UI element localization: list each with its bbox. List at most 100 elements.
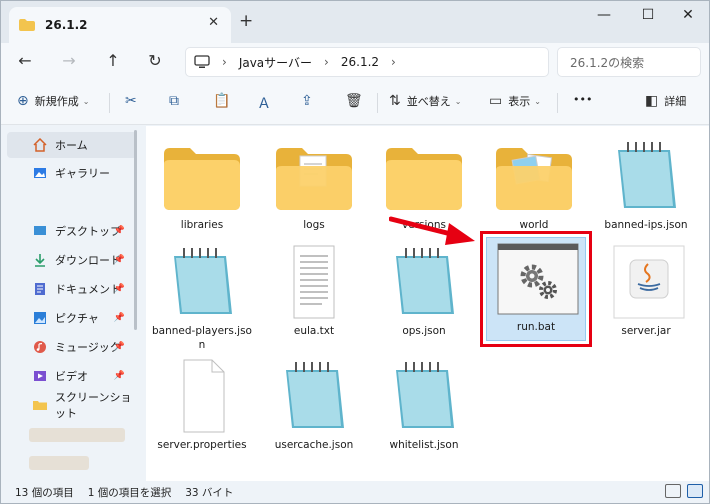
file-item[interactable]: logs xyxy=(262,136,366,244)
folder-icon xyxy=(164,148,240,210)
file-item[interactable]: banned-players.json xyxy=(150,242,254,358)
new-button[interactable]: ⊕ 新規作成 ⌄ xyxy=(17,93,89,109)
tab-title: 26.1.2 xyxy=(45,18,88,32)
file-item[interactable]: eula.txt xyxy=(262,242,366,350)
home-icon xyxy=(33,138,47,152)
chevron-down-icon: ⌄ xyxy=(82,96,90,106)
plus-icon: ⊕ xyxy=(17,93,29,109)
file-name: world xyxy=(519,219,549,231)
divider xyxy=(557,93,558,113)
chevron-right-icon: › xyxy=(222,55,227,69)
sidebar-item-desktop[interactable]: デスクトップ 📌 xyxy=(7,218,137,244)
sidebar-item-documents[interactable]: ドキュメント 📌 xyxy=(7,276,137,302)
notepad-icon xyxy=(396,362,454,428)
desktop-icon xyxy=(34,226,46,235)
selection-size: 33 バイト xyxy=(185,486,234,499)
sidebar-item-home[interactable]: ホーム xyxy=(7,132,137,158)
address-bar[interactable]: › Javaサーバー › 26.1.2 › xyxy=(185,47,549,77)
pin-icon: 📌 xyxy=(113,226,125,236)
status-bar: 13 個の項目 1 個の項目を選択 33 バイト xyxy=(1,481,709,503)
file-item[interactable]: usercache.json xyxy=(262,356,366,464)
sidebar-item-videos[interactable]: ビデオ 📌 xyxy=(7,363,137,389)
close-button[interactable]: ✕ xyxy=(673,7,703,23)
sidebar-item-label: スクリーンショット xyxy=(55,391,132,420)
notepad-icon xyxy=(286,362,344,428)
blurred-sidebar-item xyxy=(29,428,125,442)
cut-button[interactable]: ✂ xyxy=(125,93,143,109)
chevron-right-icon: › xyxy=(391,55,396,69)
folder-icon xyxy=(33,401,47,410)
forward-button[interactable]: → xyxy=(57,51,81,70)
pin-icon: 📌 xyxy=(113,255,125,265)
sidebar-scrollbar[interactable] xyxy=(134,130,137,330)
folder-icon xyxy=(19,19,35,31)
sort-button[interactable]: ⇅ 並べ替え ⌄ xyxy=(389,93,461,109)
large-icons-view-button[interactable] xyxy=(687,484,703,498)
navigation-pane: ホーム ギャラリー デスクトップ 📌 ダウンロード 📌 ドキュメント 📌 ピクチ… xyxy=(1,126,141,481)
paste-icon: 📋 xyxy=(213,93,231,109)
details-button[interactable]: ◧ 詳細 xyxy=(645,93,686,109)
rename-icon: Ａ xyxy=(257,96,271,112)
notepad-icon xyxy=(618,142,676,208)
file-item[interactable]: world xyxy=(482,136,586,244)
file-name: ops.json xyxy=(402,325,446,337)
sidebar-item-downloads[interactable]: ダウンロード 📌 xyxy=(7,247,137,273)
sidebar-item-label: ミュージック xyxy=(55,341,121,354)
copy-icon: ⧉ xyxy=(169,93,179,109)
minimize-button[interactable]: — xyxy=(589,7,619,23)
file-item[interactable]: whitelist.json xyxy=(372,356,476,464)
more-button[interactable]: ••• xyxy=(573,93,592,106)
trash-icon: 🗑 xyxy=(345,93,363,109)
folder-images-icon xyxy=(496,148,572,210)
computer-icon xyxy=(194,55,210,68)
sidebar-item-label: デスクトップ xyxy=(55,225,121,238)
pin-icon: 📌 xyxy=(113,313,125,323)
text-file-icon xyxy=(293,245,335,319)
sidebar-item-screenshots[interactable]: スクリーンショット xyxy=(7,391,137,420)
sidebar-item-pictures[interactable]: ピクチャ 📌 xyxy=(7,305,137,331)
file-item[interactable]: banned-ips.json xyxy=(594,136,698,244)
up-button[interactable]: ↑ xyxy=(101,51,125,70)
share-button[interactable]: ⇪ xyxy=(301,93,319,109)
view-label: 表示 xyxy=(508,95,531,108)
refresh-button[interactable]: ↻ xyxy=(143,51,167,70)
file-item[interactable]: libraries xyxy=(150,136,254,244)
sidebar-item-label: ビデオ xyxy=(55,370,88,383)
search-input[interactable]: 26.1.2の検索 xyxy=(557,47,701,77)
sidebar-item-label: ギャラリー xyxy=(55,167,110,180)
tab-close-button[interactable]: ✕ xyxy=(208,15,219,30)
sidebar-item-gallery[interactable]: ギャラリー xyxy=(7,160,137,186)
back-button[interactable]: ← xyxy=(13,51,37,70)
copy-button[interactable]: ⧉ xyxy=(169,93,185,109)
pin-icon: 📌 xyxy=(113,284,125,294)
file-item[interactable]: ops.json xyxy=(372,242,476,350)
sidebar-item-label: ホーム xyxy=(55,139,88,152)
folder-documents-icon xyxy=(276,148,352,210)
details-view-button[interactable] xyxy=(665,484,681,498)
file-item[interactable]: server.jar xyxy=(594,242,698,350)
breadcrumb-item[interactable]: 26.1.2 xyxy=(341,55,379,69)
chevron-right-icon: › xyxy=(324,55,329,69)
view-button[interactable]: ▭ 表示 ⌄ xyxy=(489,93,541,109)
divider xyxy=(109,93,110,113)
sort-label: 並べ替え xyxy=(406,95,451,108)
breadcrumb-item[interactable]: Javaサーバー xyxy=(239,54,312,71)
sidebar-item-label: ピクチャ xyxy=(55,312,99,325)
sidebar-item-music[interactable]: ミュージック 📌 xyxy=(7,334,137,360)
item-count: 13 個の項目 xyxy=(15,486,74,499)
file-name: banned-players.json xyxy=(152,325,252,351)
paste-button[interactable]: 📋 xyxy=(213,93,236,109)
command-bar: ⊕ 新規作成 ⌄ ✂ ⧉ 📋 Ａ ⇪ 🗑 ⇅ 並べ替え ⌄ ▭ 表示 ⌄ •••… xyxy=(1,81,709,125)
file-name: whitelist.json xyxy=(389,439,459,451)
new-tab-button[interactable]: + xyxy=(239,11,253,31)
delete-button[interactable]: 🗑 xyxy=(345,93,369,109)
blurred-sidebar-item xyxy=(29,456,89,470)
maximize-button[interactable]: ☐ xyxy=(633,7,663,23)
file-item[interactable]: server.properties xyxy=(150,356,254,464)
tab-current[interactable]: 26.1.2 ✕ xyxy=(9,7,231,43)
share-icon: ⇪ xyxy=(301,93,313,109)
file-list: libraries logs versions xyxy=(146,126,709,481)
rename-button[interactable]: Ａ xyxy=(257,93,277,113)
file-name: server.properties xyxy=(157,439,247,451)
new-label: 新規作成 xyxy=(34,95,79,108)
